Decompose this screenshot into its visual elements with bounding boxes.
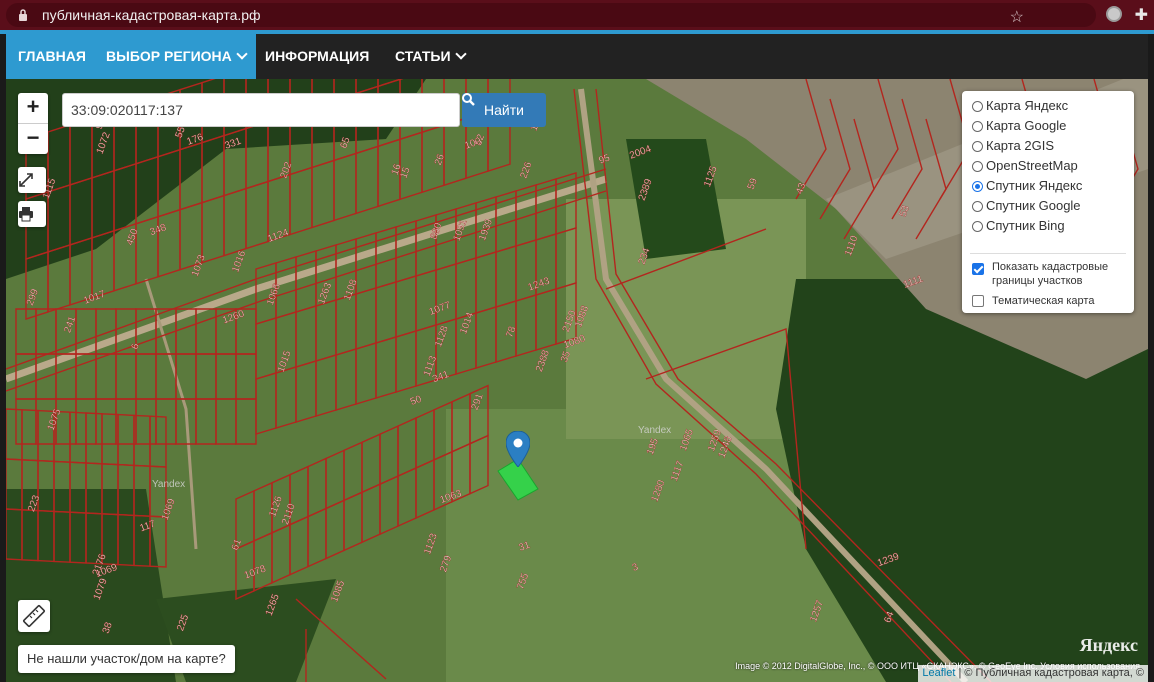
attribution-rest: | © Публичная кадастровая карта, ©	[955, 667, 1144, 679]
nav-region-select[interactable]: ВЫБОР РЕГИОНА	[94, 34, 256, 79]
search-button-label: Найти	[484, 102, 524, 118]
yandex-watermark: Yandex	[638, 425, 672, 436]
layer-label: Карта Яндекс	[986, 98, 1069, 113]
yandex-logo: Яндекс	[1079, 635, 1138, 655]
fullscreen-icon	[19, 173, 33, 187]
radio-icon[interactable]	[972, 201, 983, 212]
layer-label: OpenStreetMap	[986, 158, 1078, 173]
extension-icon[interactable]	[1106, 6, 1122, 22]
layer-label: Карта Google	[986, 118, 1067, 133]
puzzle-icon[interactable]: ✚	[1135, 5, 1148, 25]
radio-icon[interactable]	[972, 221, 983, 232]
layer-option-bing-satellite[interactable]: Спутник Bing	[972, 216, 1065, 236]
zoom-in-button[interactable]: +	[18, 93, 48, 123]
nav-articles[interactable]: СТАТЬИ	[383, 34, 477, 79]
show-borders-checkbox[interactable]	[972, 263, 984, 275]
layers-divider	[970, 253, 1126, 254]
layer-option-yandex-satellite[interactable]: Спутник Яндекс	[972, 176, 1082, 196]
layer-label: Спутник Google	[986, 198, 1081, 213]
layer-option-google-map[interactable]: Карта Google	[972, 116, 1066, 136]
layer-switcher: Карта Яндекс Карта Google Карта 2GIS Ope…	[962, 91, 1134, 313]
search-icon	[462, 93, 475, 106]
ruler-button[interactable]	[18, 600, 50, 632]
search-button[interactable]: Найти	[462, 93, 546, 127]
nav-info-label: ИНФОРМАЦИЯ	[265, 48, 370, 64]
layer-option-google-satellite[interactable]: Спутник Google	[972, 196, 1081, 216]
chevron-down-icon	[236, 48, 248, 60]
layer-option-yandex-map[interactable]: Карта Яндекс	[972, 96, 1068, 116]
fullscreen-button[interactable]	[18, 167, 46, 193]
layer-label: Спутник Яндекс	[986, 178, 1083, 193]
print-button[interactable]	[18, 201, 46, 227]
zoom-control: + −	[18, 93, 48, 154]
not-found-button[interactable]: Не нашли участок/дом на карте?	[18, 645, 235, 673]
nav-region-label: ВЫБОР РЕГИОНА	[106, 48, 232, 64]
nav-home[interactable]: ГЛАВНАЯ	[6, 34, 98, 79]
radio-icon[interactable]	[972, 181, 983, 192]
nav-home-label: ГЛАВНАЯ	[18, 48, 86, 64]
main-nav: ГЛАВНАЯ ВЫБОР РЕГИОНА ИНФОРМАЦИЯ СТАТЬИ	[6, 34, 1148, 79]
layer-label: Спутник Bing	[986, 218, 1065, 233]
ruler-icon	[23, 605, 45, 627]
layer-option-osm[interactable]: OpenStreetMap	[972, 156, 1078, 176]
lock-icon[interactable]	[18, 9, 28, 21]
chevron-down-icon	[454, 48, 467, 60]
map-view[interactable]: 331 202 65 15 100 226 291 450 341 2176 2150 2110 200…	[6, 79, 1148, 682]
browser-bar: публичная-кадастровая-карта.рф ☆ ✚	[0, 0, 1154, 30]
show-borders-label: Показать кадастровые границы участков	[992, 261, 1109, 287]
star-icon[interactable]: ☆	[1010, 7, 1024, 27]
leaflet-link[interactable]: Leaflet	[922, 667, 955, 679]
radio-icon[interactable]	[972, 161, 983, 172]
address-bar[interactable]: публичная-кадастровая-карта.рф ☆	[6, 3, 1096, 27]
print-icon	[19, 207, 33, 222]
map-marker-icon[interactable]	[506, 431, 530, 467]
nav-info[interactable]: ИНФОРМАЦИЯ	[253, 34, 381, 79]
radio-icon[interactable]	[972, 121, 983, 132]
thematic-map-checkbox[interactable]	[972, 295, 984, 307]
url-text[interactable]: публичная-кадастровая-карта.рф	[42, 7, 261, 23]
layer-option-2gis-map[interactable]: Карта 2GIS	[972, 136, 1054, 156]
radio-icon[interactable]	[972, 141, 983, 152]
nav-articles-label: СТАТЬИ	[395, 48, 451, 64]
leaflet-attribution: Leaflet | © Публичная кадастровая карта,…	[918, 665, 1148, 682]
layer-label: Карта 2GIS	[986, 138, 1055, 153]
cadastral-search-input[interactable]	[62, 93, 460, 127]
yandex-watermark: Yandex	[152, 479, 186, 490]
radio-icon[interactable]	[972, 101, 983, 112]
thematic-map-label: Тематическая карта	[992, 295, 1095, 307]
zoom-out-button[interactable]: −	[18, 124, 48, 154]
